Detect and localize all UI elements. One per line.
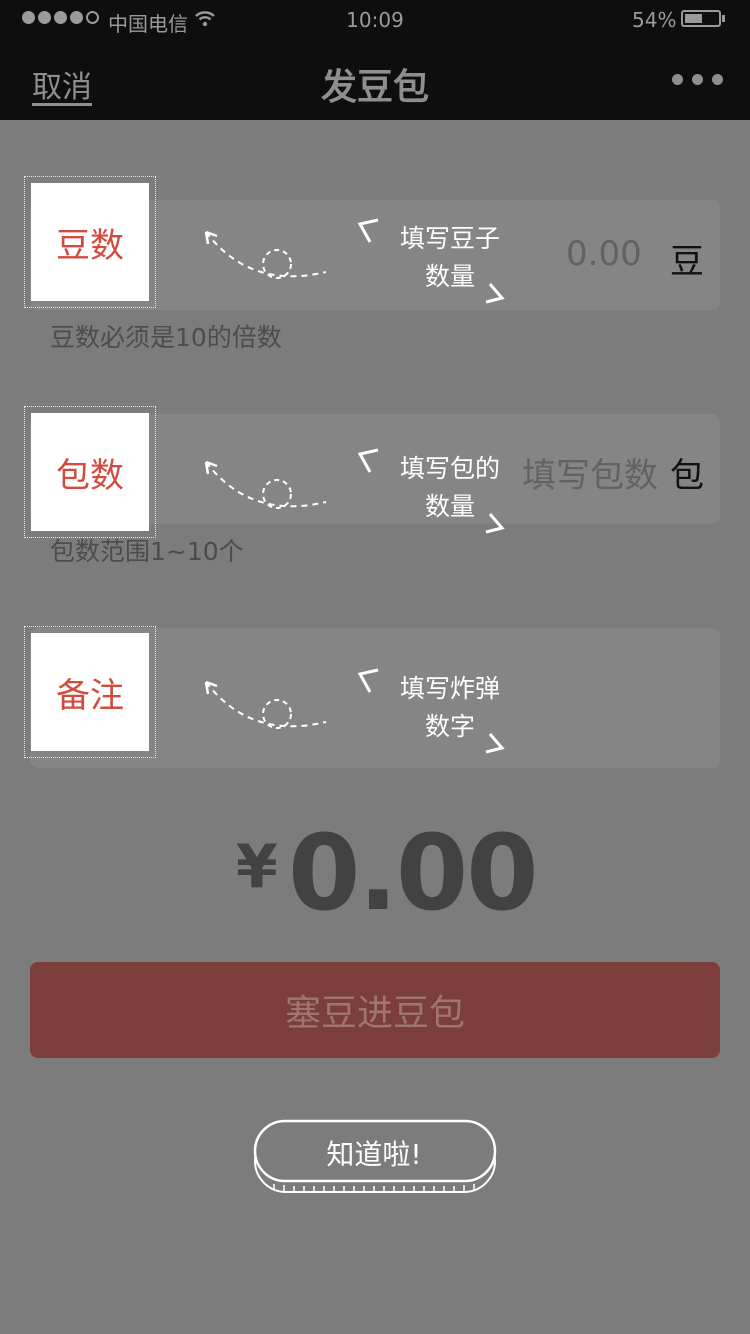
navigation-bar: 取消 发豆包 bbox=[0, 40, 750, 120]
packet-count-annotation: 填写包的 数量 bbox=[190, 440, 550, 550]
remark-annotation: 填写炸弹 数字 bbox=[190, 660, 550, 770]
packet-unit-label: 包 bbox=[670, 456, 704, 496]
bean-count-input[interactable]: 0.00 bbox=[566, 234, 642, 274]
bean-count-annotation: 填写豆子 数量 bbox=[190, 210, 550, 320]
bean-count-label-box: 豆数 bbox=[24, 176, 156, 308]
submit-button[interactable]: 塞豆进豆包 bbox=[30, 962, 720, 1058]
currency-symbol: ¥ bbox=[236, 832, 278, 902]
remark-label: 备注 bbox=[31, 633, 149, 751]
bean-count-label: 豆数 bbox=[31, 183, 149, 301]
annotation-line-1: 填写豆子 bbox=[399, 224, 500, 253]
page-title: 发豆包 bbox=[320, 67, 429, 108]
remark-label-box: 备注 bbox=[24, 626, 156, 758]
amount-value: 0.00 bbox=[288, 812, 539, 934]
annotation-line-2: 数量 bbox=[424, 262, 475, 291]
packet-count-label-box: 包数 bbox=[24, 406, 156, 538]
packet-count-label: 包数 bbox=[31, 413, 149, 531]
annotation-line-2: 数字 bbox=[424, 712, 475, 741]
annotation-line-1: 填写包的 bbox=[399, 454, 500, 483]
battery-icon bbox=[681, 10, 721, 27]
status-bar: 中国电信 10:09 54% bbox=[0, 0, 750, 40]
bean-unit-label: 豆 bbox=[670, 242, 704, 282]
battery-nub bbox=[722, 15, 725, 22]
got-it-button[interactable]: 知道啦! bbox=[252, 1118, 498, 1196]
annotation-line-1: 填写炸弹 bbox=[399, 674, 500, 703]
more-dots-icon[interactable] bbox=[672, 74, 723, 85]
bean-count-hint: 豆数必须是10的倍数 bbox=[50, 323, 282, 352]
got-it-label: 知道啦! bbox=[326, 1138, 422, 1171]
annotation-line-2: 数量 bbox=[424, 492, 475, 521]
battery-percent: 54% bbox=[632, 8, 677, 32]
